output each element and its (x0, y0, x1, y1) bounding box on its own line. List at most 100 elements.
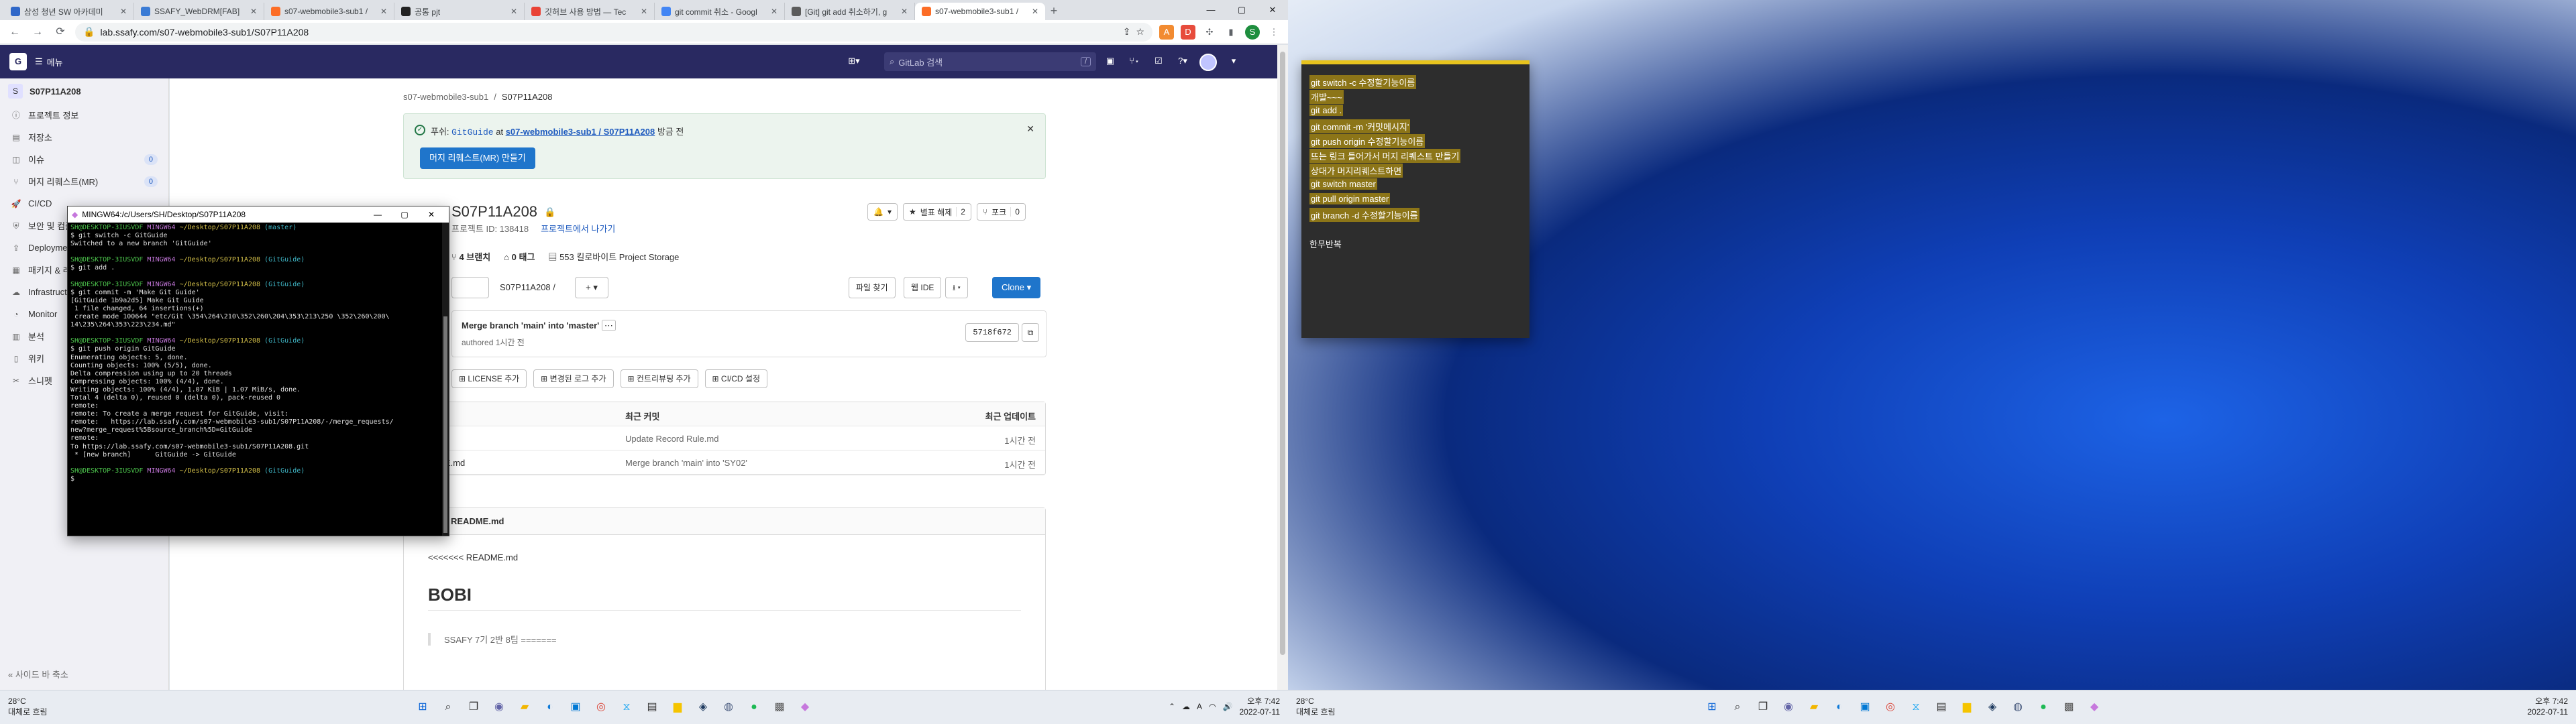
clock[interactable]: 오후 7:42 2022-07-11 (2528, 696, 2569, 717)
main-menu-button[interactable]: ☰ 메뉴 (35, 56, 63, 68)
extension-icon[interactable]: D (1181, 24, 1195, 40)
repo-path-text[interactable]: S07P11A208 (500, 282, 551, 292)
weather-widget[interactable]: 28°C 대체로 흐림 (8, 696, 48, 717)
git-bash-terminal[interactable]: ◆ MINGW64:/c/Users/SH/Desktop/S07P11A208… (67, 206, 449, 536)
tab-close-icon[interactable]: ✕ (380, 7, 387, 16)
collapse-sidebar-button[interactable]: « 사이드 바 축소 (8, 668, 68, 680)
app-icon[interactable]: ◈ (692, 697, 714, 718)
add-file-dropdown[interactable]: + ▾ (575, 277, 608, 298)
terminal-scrollbar[interactable] (442, 223, 449, 536)
address-bar[interactable]: 🔒 lab.ssafy.com/s07-webmobile3-sub1/S07P… (75, 22, 1152, 42)
puzzle-icon[interactable]: ✣ (1202, 25, 1217, 40)
notification-button[interactable]: 🔔 ▾ (867, 203, 898, 221)
app-icon[interactable]: ◍ (2007, 697, 2029, 718)
commit-sha[interactable]: 5718f672 (965, 323, 1019, 342)
setup-cicd-button[interactable]: ⊞ CI/CD 설정 (704, 369, 768, 388)
browser-tab[interactable]: git commit 취소 - Googl ✕ (655, 3, 785, 20)
store-icon[interactable]: ▣ (565, 697, 586, 718)
gitlab-search-input[interactable]: ⌕ GitLab 검색 / (884, 52, 1096, 71)
app-icon[interactable]: ▤ (1931, 697, 1952, 718)
profile-avatar[interactable]: S (1245, 24, 1260, 40)
git-bash-icon[interactable]: ◆ (2084, 697, 2105, 718)
file-explorer-icon[interactable]: ▰ (1803, 697, 1825, 718)
chrome-icon[interactable]: ◎ (590, 697, 612, 718)
fork-button[interactable]: ⑂ 포크 0 (976, 203, 1026, 221)
chat-icon[interactable]: ◉ (1778, 697, 1799, 718)
commit-message[interactable]: Merge branch 'main' into 'master' (462, 320, 599, 330)
sidepanel-icon[interactable]: ▮ (1224, 25, 1238, 40)
tags-link[interactable]: ⌂ 0 태그 (504, 250, 535, 263)
todo-icon[interactable]: ☑ (1151, 54, 1166, 68)
sidebar-item-merge-requests[interactable]: ⑂ 머지 리퀘스트(MR) 0 (0, 170, 168, 192)
copy-icon[interactable]: ⧉ (1022, 323, 1039, 342)
cloud-icon[interactable]: ☁ (1182, 702, 1190, 711)
weather-widget[interactable]: 28°C 대체로 흐림 (1296, 696, 1336, 717)
app-icon[interactable]: ▤ (641, 697, 663, 718)
close-icon[interactable]: ✕ (1026, 123, 1034, 135)
browser-tab[interactable]: 공통 pjt ✕ (394, 3, 525, 20)
breadcrumb-group-link[interactable]: s07-webmobile3-sub1 (403, 92, 488, 102)
wifi-icon[interactable]: ◠ (1209, 702, 1216, 711)
expand-commit-icon[interactable]: ⋯ (601, 320, 616, 331)
edge-icon[interactable]: ◐ (1829, 697, 1850, 718)
file-commit[interactable]: Update Record Rule.md (625, 434, 718, 444)
scrollbar-thumb[interactable] (443, 316, 447, 533)
more-menu-icon[interactable]: ⋮ (1267, 25, 1281, 40)
sidebar-project-header[interactable]: S S07P11A208 (0, 78, 168, 104)
tab-close-icon[interactable]: ✕ (1032, 7, 1038, 16)
browser-tab[interactable]: 깃허브 사용 방법 — Tec ✕ (525, 3, 655, 20)
readme-filename[interactable]: README.md (451, 516, 504, 526)
app-icon[interactable]: ● (743, 697, 765, 718)
scrollbar-thumb[interactable] (1280, 52, 1285, 655)
branch-selector[interactable] (451, 277, 489, 298)
edge-icon[interactable]: ◐ (539, 697, 561, 718)
chrome-icon[interactable]: ◎ (1880, 697, 1901, 718)
browser-tab[interactable]: 삼성 청년 SW 아카데미 ✕ (4, 3, 134, 20)
alert-branch-name[interactable]: GitGuide (451, 127, 493, 137)
chevron-up-icon[interactable]: ⌃ (1169, 702, 1175, 711)
minimize-button[interactable]: — (364, 210, 391, 219)
reload-button[interactable]: ⟳ (52, 24, 68, 40)
browser-tab[interactable]: SSAFY_WebDRM[FAB] ✕ (134, 3, 264, 20)
star-button[interactable]: ★ 별표 해제 2 (902, 203, 971, 221)
file-commit[interactable]: Merge branch 'main' into 'SY02' (625, 458, 747, 468)
web-ide-button[interactable]: 웹 IDE (904, 277, 942, 298)
sidebar-item-repository[interactable]: ▤ 저장소 (0, 126, 168, 148)
file-explorer-icon[interactable]: ▰ (514, 697, 535, 718)
notes-icon[interactable]: ▆ (667, 697, 688, 718)
gitlab-logo-icon[interactable]: G (9, 53, 27, 70)
tab-close-icon[interactable]: ✕ (250, 7, 257, 16)
tab-close-icon[interactable]: ✕ (901, 7, 908, 16)
branches-link[interactable]: ⑂ 4 브랜치 (451, 250, 490, 263)
user-avatar[interactable] (1199, 54, 1217, 71)
page-scrollbar[interactable] (1277, 45, 1288, 690)
help-icon[interactable]: ?▾ (1175, 54, 1190, 68)
sidebar-item-project-info[interactable]: ⓘ 프로젝트 정보 (0, 104, 168, 126)
tab-close-icon[interactable]: ✕ (771, 7, 777, 16)
volume-icon[interactable]: 🔊 (1223, 702, 1233, 711)
clock[interactable]: 오후 7:42 2022-07-11 (1240, 696, 1281, 717)
share-icon[interactable]: ⇪ (1123, 26, 1131, 38)
table-row[interactable]: Update Record Rule.md 1시간 전 (404, 426, 1045, 450)
vscode-icon[interactable]: ⧖ (616, 697, 637, 718)
start-icon[interactable]: ⊞ (412, 697, 433, 718)
browser-tab[interactable]: s07-webmobile3-sub1 / ✕ (264, 3, 394, 20)
close-window-button[interactable]: ✕ (418, 210, 445, 219)
create-merge-request-button[interactable]: 머지 리퀘스트(MR) 만들기 (420, 147, 535, 169)
task-view-icon[interactable]: ❐ (1752, 697, 1774, 718)
browser-tab[interactable]: [Git] git add 취소하기, g ✕ (785, 3, 915, 20)
tab-close-icon[interactable]: ✕ (641, 7, 647, 16)
tab-close-icon[interactable]: ✕ (511, 7, 517, 16)
search-icon[interactable]: ⌕ (1727, 697, 1748, 718)
close-window-button[interactable]: ✕ (1257, 0, 1288, 20)
app-icon[interactable]: ▩ (2058, 697, 2080, 718)
find-file-button[interactable]: 파일 찾기 (849, 277, 896, 298)
store-icon[interactable]: ▣ (1854, 697, 1876, 718)
back-button[interactable]: ← (7, 24, 23, 40)
merge-request-icon[interactable]: ⑂▾ (1127, 54, 1142, 68)
add-changelog-button[interactable]: ⊞ 변경된 로그 추가 (533, 369, 614, 388)
new-tab-button[interactable]: + (1045, 3, 1063, 20)
app-icon[interactable]: ◍ (718, 697, 739, 718)
git-bash-icon[interactable]: ◆ (794, 697, 816, 718)
search-icon[interactable]: ⌕ (437, 697, 459, 718)
